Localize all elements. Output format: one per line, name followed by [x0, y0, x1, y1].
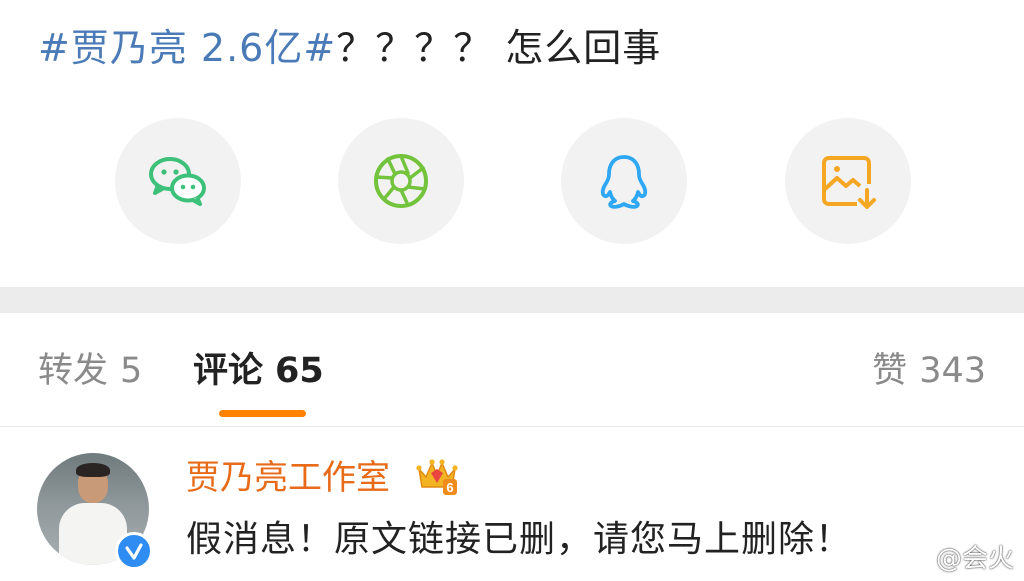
watermark-text: @会火 [935, 543, 1014, 574]
post-text: #贾乃亮 2.6亿#？？？？ 怎么回事 [38, 22, 661, 74]
weibo-watermark: @会火 [896, 538, 1014, 574]
tab-comments[interactable]: 评论 65 [193, 349, 324, 393]
moments-icon [374, 154, 428, 208]
qq-icon [600, 155, 648, 209]
save-image-icon [822, 156, 876, 209]
member-level: 6 [446, 480, 453, 495]
weibo-logo-icon [896, 544, 931, 571]
likes-count: 343 [919, 351, 986, 391]
section-divider [0, 287, 1024, 313]
active-tab-indicator [219, 410, 306, 417]
member-crown-icon: 6 [416, 459, 458, 495]
tab-repost-count: 5 [120, 351, 143, 391]
verified-badge-icon [115, 532, 153, 570]
share-qq-button[interactable] [561, 118, 687, 244]
likes-label: 赞 [872, 351, 908, 391]
share-row [0, 118, 1024, 244]
comment-text: 假消息！原文链接已删，请您马上删除！ [186, 519, 853, 560]
comment-author-name[interactable]: 贾乃亮工作室 [186, 457, 390, 499]
share-wechat-button[interactable] [115, 118, 241, 244]
post-hashtag[interactable]: #贾乃亮 2.6亿# [38, 26, 336, 70]
post-tabs: 转发 5 评论 65 赞 343 [0, 313, 1024, 427]
post-body: ？？？？ 怎么回事 [336, 26, 662, 70]
wechat-icon [149, 157, 206, 206]
tab-repost[interactable]: 转发 5 [38, 349, 142, 393]
tab-comments-label: 评论 [193, 351, 264, 391]
comment-item: 贾乃亮工作室 6 假消息！原文链接已删，请您马上删除！ [0, 427, 1024, 581]
avatar-figure-hair [76, 463, 110, 477]
weibo-post-detail: #贾乃亮 2.6亿#？？？？ 怎么回事 转发 5 评论 65 赞 343 贾乃亮… [0, 0, 1024, 581]
save-image-button[interactable] [785, 118, 911, 244]
tab-comments-count: 65 [275, 351, 324, 391]
share-moments-button[interactable] [338, 118, 464, 244]
likes-tab[interactable]: 赞 343 [872, 349, 986, 393]
tab-repost-label: 转发 [38, 351, 109, 391]
